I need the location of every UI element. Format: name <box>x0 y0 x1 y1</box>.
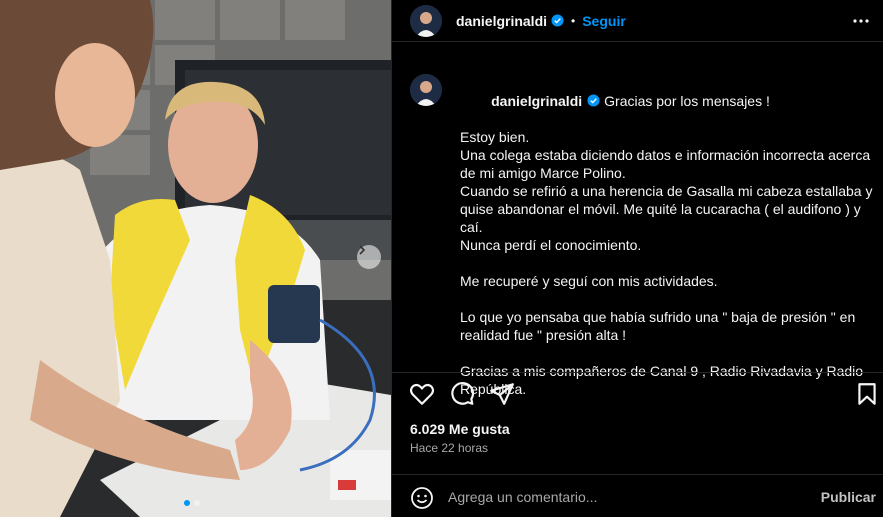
carousel-dot-active <box>184 500 190 506</box>
verified-badge-icon <box>587 94 600 107</box>
post-photo[interactable] <box>0 0 391 517</box>
publish-button[interactable]: Publicar <box>821 489 876 505</box>
caption-text: danielgrinaldi Gracias por los mensajes !… <box>460 74 880 398</box>
separator: • <box>571 13 576 28</box>
comment-bar: Publicar <box>392 474 883 517</box>
post-username[interactable]: danielgrinaldi <box>456 13 547 29</box>
avatar-image <box>410 4 442 37</box>
post-photo-image <box>0 0 391 517</box>
post-details-panel: danielgrinaldi • Seguir danielgrinaldi Gr… <box>391 0 883 517</box>
avatar-image <box>410 74 442 106</box>
share-icon[interactable] <box>489 381 515 407</box>
heart-icon[interactable] <box>409 381 435 407</box>
action-bar <box>392 372 883 412</box>
verified-badge-icon <box>551 14 564 27</box>
likes-count[interactable]: 6.029 Me gusta <box>410 421 510 437</box>
post-header: danielgrinaldi • Seguir <box>392 0 883 42</box>
follow-button[interactable]: Seguir <box>582 13 626 29</box>
caption-block-3: Lo que yo pensaba que había sufrido una … <box>460 309 860 343</box>
bookmark-icon[interactable] <box>854 381 880 407</box>
more-options-icon[interactable] <box>852 13 870 29</box>
caption-area: danielgrinaldi Gracias por los mensajes !… <box>410 74 880 398</box>
comment-icon[interactable] <box>449 381 475 407</box>
caption-block-2: Me recuperé y seguí con mis actividades. <box>460 273 718 289</box>
post-timestamp[interactable]: Hace 22 horas <box>410 441 488 455</box>
chevron-right-icon <box>359 245 366 255</box>
carousel-dots <box>184 500 200 506</box>
avatar[interactable] <box>410 4 442 37</box>
comment-input[interactable] <box>448 487 798 507</box>
caption-avatar[interactable] <box>410 74 442 106</box>
caption-username[interactable]: danielgrinaldi <box>491 93 582 109</box>
caption-block-1: Estoy bien. Una colega estaba diciendo d… <box>460 129 873 253</box>
carousel-next-button[interactable] <box>357 245 381 269</box>
emoji-icon[interactable] <box>410 486 434 510</box>
carousel-dot <box>194 500 200 506</box>
caption-first-line: Gracias por los mensajes ! <box>604 93 770 109</box>
